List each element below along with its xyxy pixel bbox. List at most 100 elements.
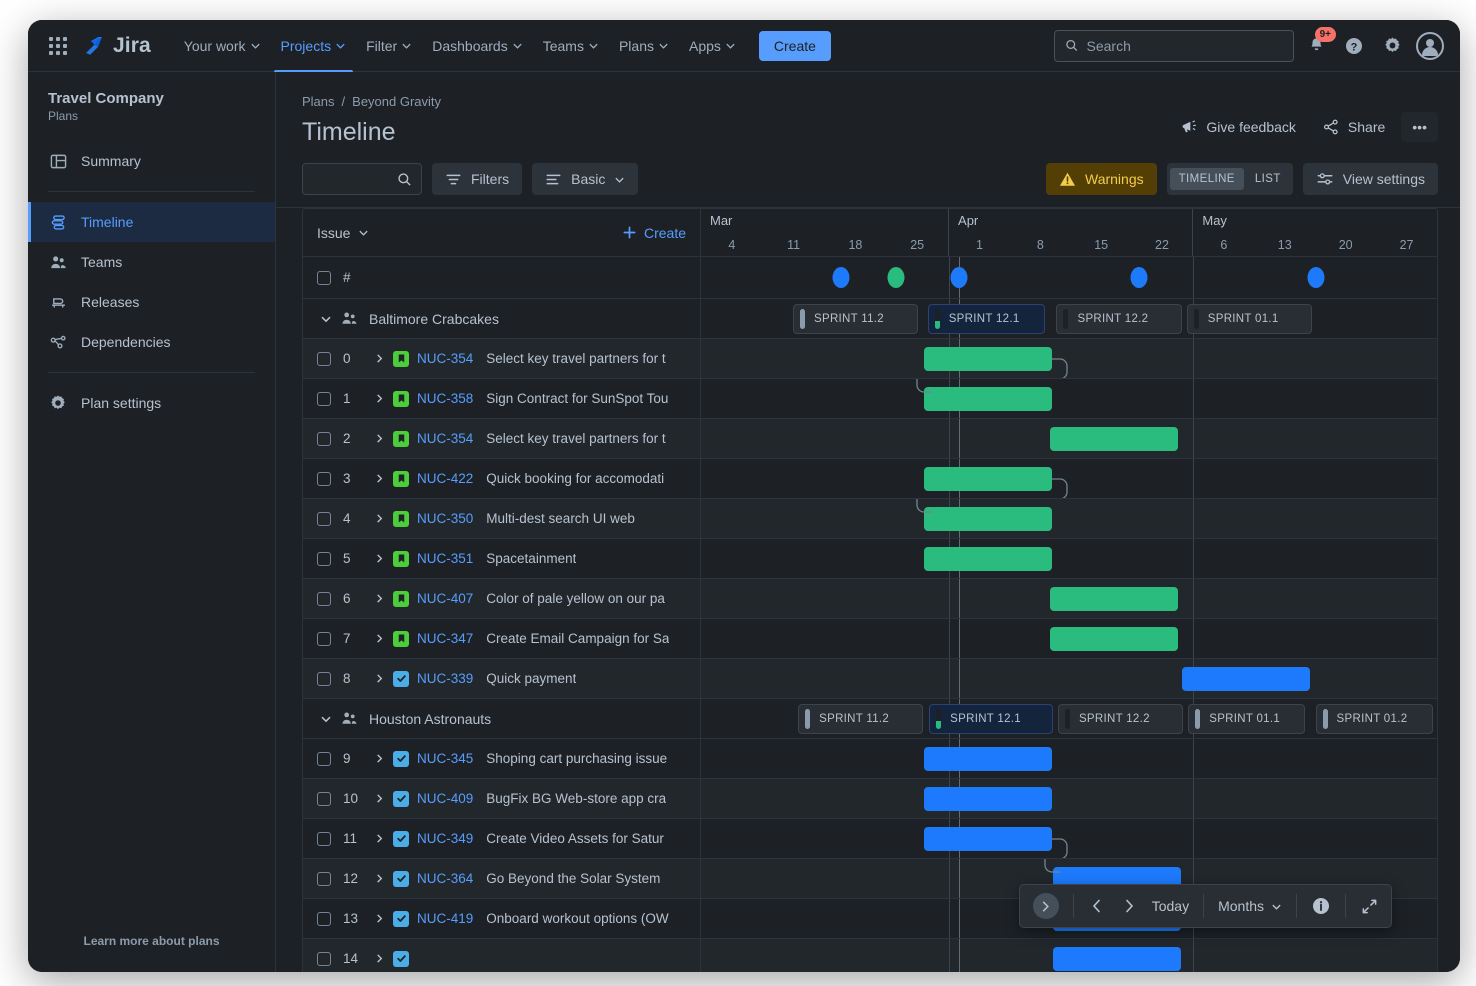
table-row[interactable]: 10NUC-409BugFix BG Web-store app cra: [303, 779, 1437, 819]
timeline-bar[interactable]: [924, 787, 1052, 811]
sprint-pill[interactable]: SPRINT 01.1: [1188, 704, 1305, 734]
nav-filter[interactable]: Filter: [357, 20, 421, 72]
today-button[interactable]: Today: [1145, 890, 1196, 922]
profile-avatar[interactable]: [1414, 30, 1446, 62]
table-row[interactable]: 9NUC-345Shoping cart purchasing issue: [303, 739, 1437, 779]
previous-period-button[interactable]: [1081, 890, 1113, 922]
row-expand-chevron[interactable]: [371, 513, 387, 524]
timeline-track[interactable]: [701, 579, 1437, 618]
table-row[interactable]: 7NUC-347Create Email Campaign for Sa: [303, 619, 1437, 659]
timeline-track[interactable]: [701, 619, 1437, 658]
row-checkbox[interactable]: [317, 352, 331, 366]
row-checkbox[interactable]: [317, 472, 331, 486]
issue-key-link[interactable]: NUC-358: [417, 391, 473, 406]
help-icon[interactable]: ?: [1338, 30, 1370, 62]
jira-logo[interactable]: Jira: [82, 34, 151, 58]
group-collapse-chevron[interactable]: [317, 713, 335, 725]
table-row[interactable]: 8NUC-339Quick payment: [303, 659, 1437, 699]
table-row[interactable]: 5NUC-351Spacetainment: [303, 539, 1437, 579]
nav-apps[interactable]: Apps: [680, 20, 745, 72]
table-row[interactable]: 3NUC-422Quick booking for accomodati: [303, 459, 1437, 499]
create-button[interactable]: Create: [759, 31, 831, 61]
row-expand-chevron[interactable]: [371, 953, 387, 964]
timeline-marker-dot[interactable]: [888, 267, 905, 288]
timeline-track[interactable]: [701, 257, 1437, 298]
sprint-pill[interactable]: SPRINT 12.1: [928, 304, 1046, 334]
timeline-marker-dot[interactable]: [951, 267, 968, 288]
timeline-bar[interactable]: [924, 467, 1052, 491]
fullscreen-button[interactable]: [1353, 890, 1385, 922]
issue-key-link[interactable]: NUC-409: [417, 791, 473, 806]
row-expand-chevron[interactable]: [371, 473, 387, 484]
sidebar-item-releases[interactable]: Releases: [28, 282, 275, 322]
sidebar-item-plan-settings[interactable]: Plan settings: [28, 383, 275, 423]
table-row[interactable]: 2NUC-354Select key travel partners for t: [303, 419, 1437, 459]
row-checkbox[interactable]: [317, 872, 331, 886]
row-expand-chevron[interactable]: [371, 833, 387, 844]
issue-key-link[interactable]: NUC-422: [417, 471, 473, 486]
timeline-bar[interactable]: [924, 827, 1052, 851]
issue-search-box[interactable]: [302, 163, 422, 195]
global-search-box[interactable]: [1054, 30, 1294, 62]
timeline-track[interactable]: [701, 419, 1437, 458]
issue-key-link[interactable]: NUC-354: [417, 351, 473, 366]
sidebar-footer-link[interactable]: Learn more about plans: [28, 934, 275, 972]
view-settings-button[interactable]: View settings: [1303, 163, 1438, 195]
timeline-track[interactable]: [701, 659, 1437, 698]
timeline-bar[interactable]: [1050, 587, 1178, 611]
sidebar-item-summary[interactable]: Summary: [28, 141, 275, 181]
nav-teams[interactable]: Teams: [534, 20, 608, 72]
breadcrumb-beyond-gravity[interactable]: Beyond Gravity: [352, 94, 441, 109]
table-row[interactable]: 11NUC-349Create Video Assets for Satur: [303, 819, 1437, 859]
row-checkbox[interactable]: [317, 512, 331, 526]
row-expand-chevron[interactable]: [371, 433, 387, 444]
issue-key-link[interactable]: NUC-349: [417, 831, 473, 846]
table-row[interactable]: 14: [303, 939, 1437, 972]
issue-key-link[interactable]: NUC-350: [417, 511, 473, 526]
row-checkbox[interactable]: [317, 752, 331, 766]
share-button[interactable]: Share: [1312, 111, 1395, 143]
timeline-bar[interactable]: [1182, 667, 1310, 691]
nav-dashboards[interactable]: Dashboards: [423, 20, 532, 72]
next-period-button[interactable]: [1113, 890, 1145, 922]
row-expand-chevron[interactable]: [371, 633, 387, 644]
row-expand-chevron[interactable]: [371, 793, 387, 804]
timeline-track[interactable]: [701, 339, 1437, 378]
row-expand-chevron[interactable]: [371, 873, 387, 884]
notification-bell-icon[interactable]: 9+: [1300, 30, 1332, 62]
timeline-track[interactable]: [701, 539, 1437, 578]
issue-key-link[interactable]: NUC-351: [417, 551, 473, 566]
timeline-bar[interactable]: [1053, 947, 1181, 971]
more-options-button[interactable]: •••: [1401, 112, 1438, 142]
row-checkbox[interactable]: [317, 832, 331, 846]
row-checkbox[interactable]: [317, 912, 331, 926]
timeline-bar[interactable]: [1050, 627, 1178, 651]
row-checkbox[interactable]: [317, 952, 331, 966]
tab-timeline[interactable]: TIMELINE: [1170, 168, 1244, 190]
settings-gear-icon[interactable]: [1376, 30, 1408, 62]
view-mode-dropdown[interactable]: Basic: [532, 163, 638, 195]
issue-search-input[interactable]: [312, 172, 397, 187]
issue-key-link[interactable]: NUC-339: [417, 671, 473, 686]
global-search-input[interactable]: [1087, 38, 1283, 54]
info-button[interactable]: [1304, 890, 1338, 922]
table-row[interactable]: 0NUC-354Select key travel partners for t: [303, 339, 1437, 379]
nav-projects[interactable]: Projects: [272, 20, 356, 72]
row-checkbox[interactable]: [317, 552, 331, 566]
row-expand-chevron[interactable]: [371, 673, 387, 684]
sprint-pill[interactable]: SPRINT 12.2: [1058, 704, 1183, 734]
timeline-track[interactable]: [701, 939, 1437, 972]
timeline-track[interactable]: [701, 459, 1437, 498]
table-row[interactable]: 6NUC-407Color of pale yellow on our pa: [303, 579, 1437, 619]
group-collapse-chevron[interactable]: [317, 313, 335, 325]
timeline-track[interactable]: [701, 499, 1437, 538]
timeline-marker-dot[interactable]: [832, 267, 849, 288]
timeline-track[interactable]: [701, 739, 1437, 778]
collapse-panel-button[interactable]: [1026, 890, 1066, 922]
issue-key-link[interactable]: NUC-345: [417, 751, 473, 766]
filters-button[interactable]: Filters: [432, 163, 522, 195]
create-issue-button[interactable]: Create: [622, 225, 686, 241]
nav-your-work[interactable]: Your work: [175, 20, 270, 72]
sprint-pill[interactable]: SPRINT 12.2: [1056, 304, 1181, 334]
sprint-pill[interactable]: SPRINT 12.1: [929, 704, 1053, 734]
